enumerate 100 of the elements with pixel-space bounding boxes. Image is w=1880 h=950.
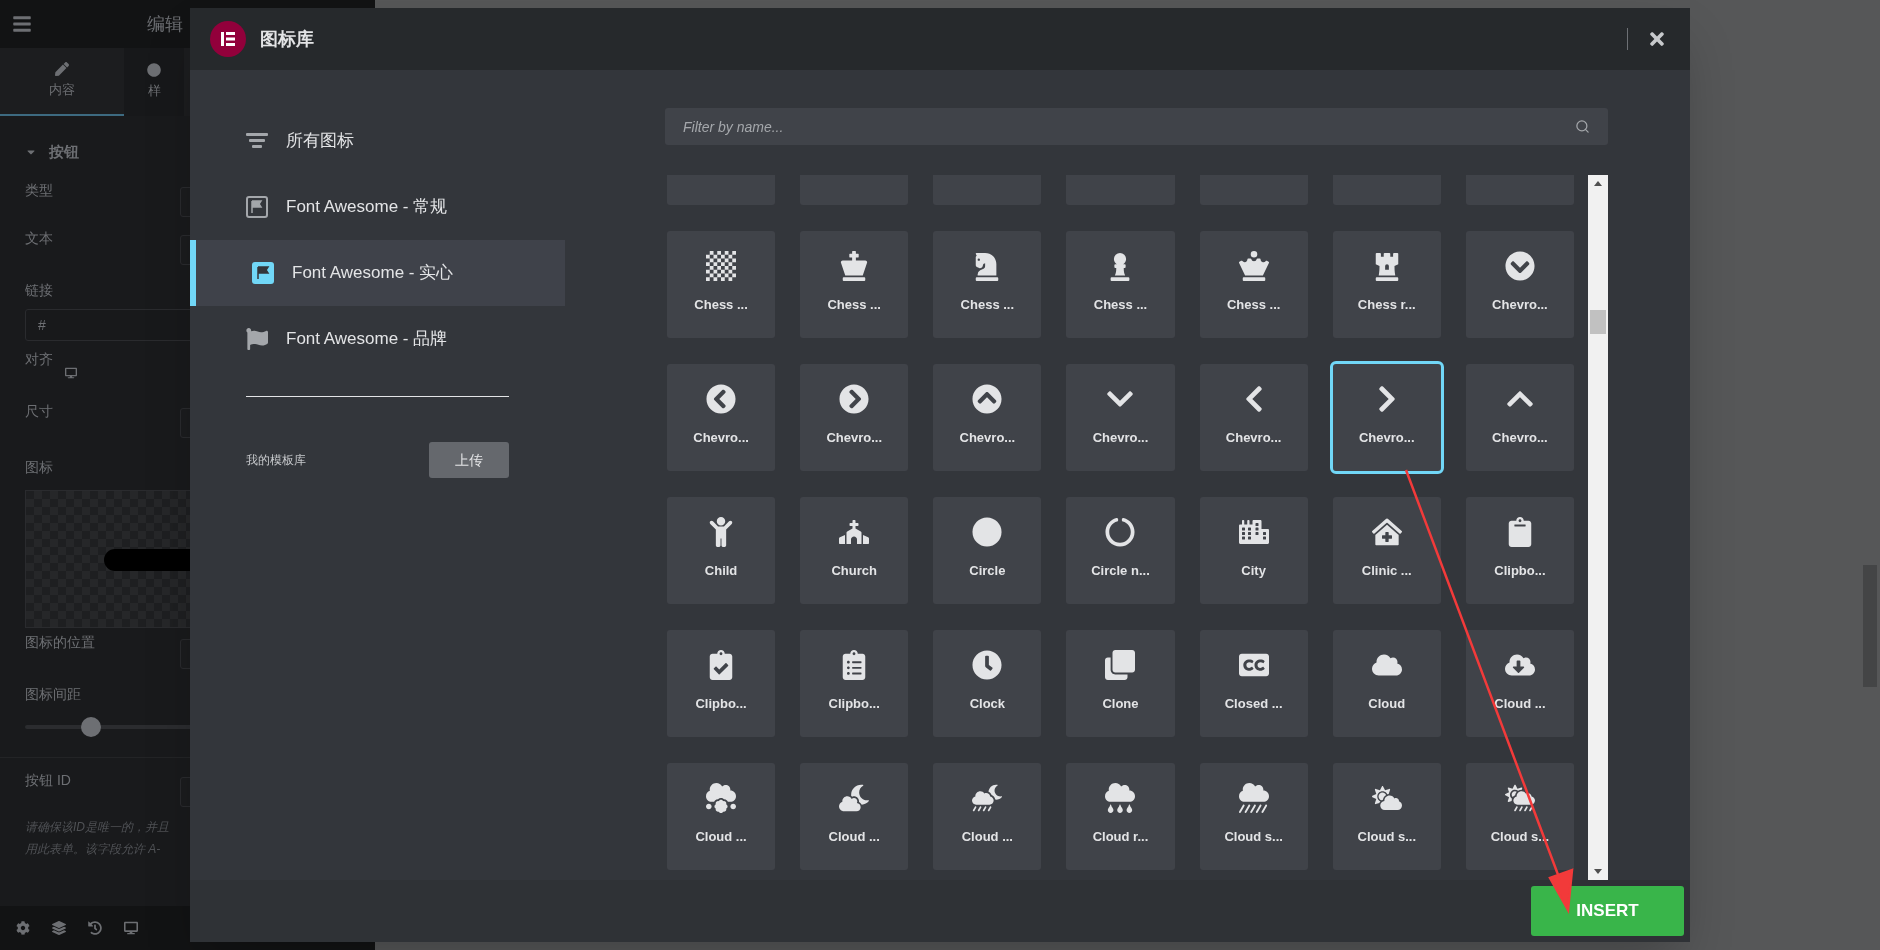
icon-label: Clipbo... (1494, 562, 1546, 580)
icon-label: Closed ... (1224, 695, 1283, 713)
slider-thumb[interactable] (81, 717, 101, 737)
icon-tile[interactable]: Chevro... (667, 364, 776, 471)
icon-label: Chess ... (1093, 296, 1148, 314)
icon-tile[interactable]: Chess ... (933, 231, 1042, 338)
icon-label: Chevro... (1492, 296, 1548, 314)
circle-icon (147, 63, 161, 78)
search-field[interactable]: Filter by name... (665, 108, 1608, 145)
icon-label: Chess ... (1226, 296, 1281, 314)
settings-icon[interactable] (16, 921, 30, 935)
icon-tile[interactable]: City (1199, 497, 1308, 604)
chess-king-icon (839, 251, 870, 281)
icon-label: Chevro... (1358, 429, 1415, 447)
icon-label: Cloud s... (1357, 828, 1416, 846)
icon-tile[interactable]: Cloud ... (933, 763, 1042, 870)
close-icon (1647, 29, 1667, 49)
icon-label: Cloud (1368, 695, 1406, 713)
icon-tile[interactable]: Clock (933, 630, 1042, 737)
icon-tile[interactable]: Chevro... (1332, 364, 1441, 471)
library-category[interactable]: Font Awesome - 实心 (190, 240, 565, 306)
icon-tile[interactable]: Chess ... (1066, 231, 1175, 338)
scroll-thumb[interactable] (1590, 310, 1606, 334)
icon-label: Chevro... (693, 429, 749, 447)
scroll-up-icon[interactable] (1594, 181, 1602, 186)
icon-tile[interactable]: Circle (933, 497, 1042, 604)
icon-tile[interactable]: Child (667, 497, 776, 604)
upload-button[interactable]: 上传 (429, 442, 509, 478)
icon-label: Cloud ... (828, 828, 880, 846)
icon-tile[interactable]: Clipbo... (800, 630, 909, 737)
icon-tile[interactable]: Chevro... (800, 364, 909, 471)
dialog-title: 图标库 (260, 27, 314, 51)
cloud-meatball-icon (706, 783, 737, 813)
icon-tile[interactable]: Chevro... (1465, 231, 1574, 338)
desktop-icon[interactable] (65, 367, 77, 379)
icon-label: Cloud ... (695, 828, 747, 846)
logo-icon (210, 21, 246, 57)
icon-label: City (1241, 562, 1266, 580)
icon-tile[interactable]: Chevro... (1066, 364, 1175, 471)
field-label: 图标间距 (25, 685, 81, 704)
icon-label: Chess ... (694, 296, 748, 314)
icon-tile[interactable]: Clipbo... (1465, 497, 1574, 604)
pencil-icon (55, 62, 69, 77)
icon-tile[interactable]: Chevro... (1465, 364, 1574, 471)
icon-tile[interactable]: Cloud s... (1332, 763, 1441, 870)
icon-label: Child (704, 562, 738, 580)
search-icon[interactable] (1575, 119, 1590, 134)
icon-tile[interactable]: Cloud ... (800, 763, 909, 870)
icon-tile[interactable]: Chess ... (800, 231, 909, 338)
icon-label: Chess ... (827, 296, 881, 314)
library-category[interactable]: 所有图标 (190, 108, 565, 174)
icon-label: Cloud ... (961, 828, 1013, 846)
icon-tile[interactable]: Chevro... (933, 364, 1042, 471)
icon-tile[interactable]: Cloud ... (1465, 630, 1574, 737)
icon-tile[interactable]: Clinic ... (1332, 497, 1441, 604)
cloud-sun-icon (1371, 783, 1402, 813)
panel-tab[interactable]: 样 (124, 48, 184, 116)
field-label: 尺寸 (25, 402, 53, 421)
icon-tile[interactable]: Chess r... (1332, 231, 1441, 338)
icon-label: Chevro... (1225, 429, 1282, 447)
icon-tile[interactable]: Chess ... (1199, 231, 1308, 338)
icon-label: Chevro... (826, 429, 882, 447)
icon-tile[interactable]: Cloud (1332, 630, 1441, 737)
icon-tile[interactable]: Circle n... (1066, 497, 1175, 604)
cloud-rain-icon (1105, 783, 1136, 813)
history-icon[interactable] (88, 921, 102, 935)
clinic-icon (1371, 517, 1402, 547)
icon-tile[interactable]: Chess ... (667, 231, 776, 338)
filter-icon (246, 133, 268, 149)
icon-label: Chevro... (1092, 429, 1149, 447)
icon-label: Cloud s... (1224, 828, 1283, 846)
field-label: 按钮 ID (25, 771, 71, 790)
icon-tile[interactable]: Cloud r... (1066, 763, 1175, 870)
icon-tile[interactable]: Church (800, 497, 909, 604)
icon-tile[interactable]: Clipbo... (667, 630, 776, 737)
icon-label: Chevro... (959, 429, 1016, 447)
field-label: 文本 (25, 229, 53, 248)
scroll-down-icon[interactable] (1594, 869, 1602, 874)
icon-label: Cloud ... (1494, 695, 1546, 713)
icon-tile[interactable]: Cloud ... (667, 763, 776, 870)
field-label: 类型 (25, 181, 53, 200)
menu-icon[interactable] (12, 14, 32, 34)
circle-notch-icon (1105, 517, 1136, 547)
icon-tile[interactable]: Chevro... (1199, 364, 1308, 471)
flag-icon (252, 262, 274, 284)
icon-tile[interactable]: Cloud s... (1199, 763, 1308, 870)
icon-label: Chevro... (1492, 429, 1548, 447)
library-category[interactable]: Font Awesome - 常规 (190, 174, 565, 240)
icon-label: Clipbo... (828, 695, 880, 713)
icon-tile[interactable]: Closed ... (1199, 630, 1308, 737)
scrollbar[interactable] (1588, 175, 1608, 880)
section-title: 按钮 (49, 141, 79, 162)
icon-label: Clipbo... (695, 695, 747, 713)
cloud-moon-rain-icon (972, 783, 1003, 813)
icon-label: Circle n... (1091, 562, 1150, 580)
desktop-icon[interactable] (124, 921, 138, 935)
layers-icon[interactable] (52, 921, 66, 935)
chess-queen-icon (1238, 251, 1269, 281)
icon-tile[interactable]: Clone (1066, 630, 1175, 737)
cloud-showers-icon (1238, 783, 1269, 813)
